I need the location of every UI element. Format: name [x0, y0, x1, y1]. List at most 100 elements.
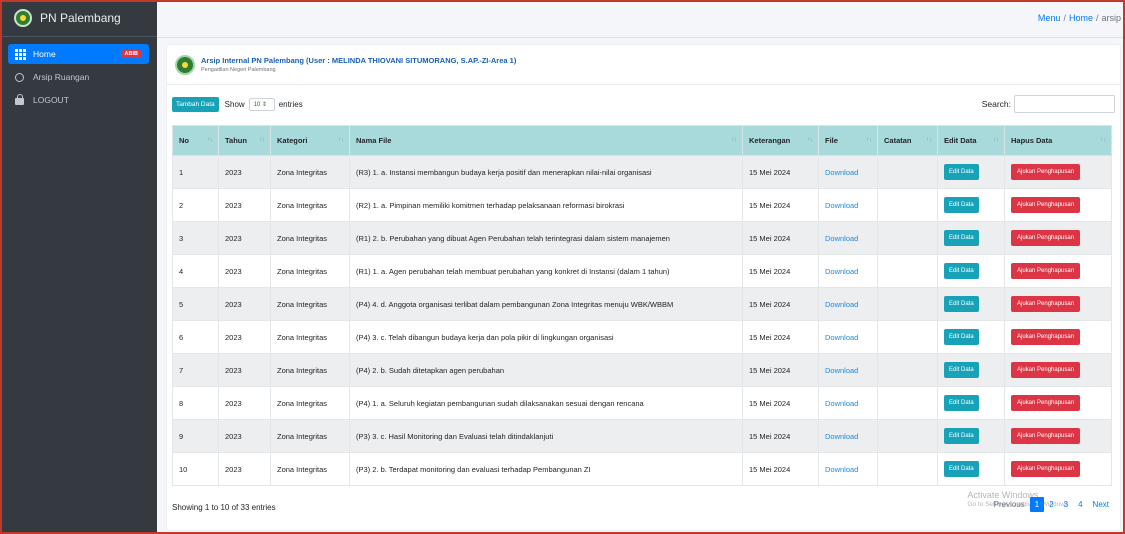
- column-header-tahun[interactable]: Tahun ↑↓: [218, 125, 271, 156]
- cell-edit: Edit Data: [937, 254, 1005, 288]
- request-delete-button[interactable]: Ajukan Penghapusan: [1011, 263, 1081, 279]
- cell-hapus: Ajukan Penghapusan: [1004, 221, 1112, 255]
- cell-hapus: Ajukan Penghapusan: [1004, 353, 1112, 387]
- cell-tahun: 2023: [218, 320, 271, 354]
- edit-data-button[interactable]: Edit Data: [944, 461, 979, 477]
- cell-kategori: Zona Integritas: [270, 353, 350, 387]
- cell-edit: Edit Data: [937, 155, 1005, 189]
- edit-data-button[interactable]: Edit Data: [944, 395, 979, 411]
- download-link[interactable]: Download: [825, 333, 858, 342]
- sort-icon: ↑↓: [807, 137, 813, 143]
- brand[interactable]: PN Palembang: [0, 0, 157, 37]
- pagination-page-4[interactable]: 4: [1073, 497, 1087, 512]
- column-header-no[interactable]: No ↑↓: [172, 125, 219, 156]
- sidebar-item-logout[interactable]: LOGOUT: [8, 90, 149, 110]
- sidebar-item-arsip-ruangan[interactable]: Arsip Ruangan: [8, 67, 149, 87]
- entries-select[interactable]: 10 ⇕: [248, 97, 275, 111]
- breadcrumb-menu[interactable]: Menu: [1038, 13, 1061, 23]
- cell-edit: Edit Data: [937, 452, 1005, 486]
- edit-data-button[interactable]: Edit Data: [944, 197, 979, 213]
- cell-nama-file: (R1) 2. b. Perubahan yang dibuat Agen Pe…: [349, 221, 743, 255]
- download-link[interactable]: Download: [825, 267, 858, 276]
- cell-tahun: 2023: [218, 155, 271, 189]
- cell-no: 3: [172, 221, 219, 255]
- add-data-button[interactable]: Tambah Data: [172, 96, 219, 112]
- cell-kategori: Zona Integritas: [270, 254, 350, 288]
- request-delete-button[interactable]: Ajukan Penghapusan: [1011, 362, 1081, 378]
- cell-keterangan: 15 Mei 2024: [742, 353, 819, 387]
- edit-data-button[interactable]: Edit Data: [944, 263, 979, 279]
- table-row: 10 2023 Zona Integritas (P3) 2. b. Terda…: [172, 452, 1112, 486]
- cell-edit: Edit Data: [937, 320, 1005, 354]
- pagination-previous[interactable]: Previous: [989, 497, 1030, 512]
- sort-icon: ↑↓: [259, 137, 265, 143]
- cell-file: Download: [818, 155, 878, 189]
- cell-file: Download: [818, 254, 878, 288]
- column-header-keterangan[interactable]: Keterangan ↑↓: [742, 125, 819, 156]
- edit-data-button[interactable]: Edit Data: [944, 362, 979, 378]
- cell-nama-file: (P4) 1. a. Seluruh kegiatan pembangunan …: [349, 386, 743, 420]
- sort-icon: ↑↓: [1100, 137, 1106, 143]
- download-link[interactable]: Download: [825, 399, 858, 408]
- column-header-nama-file[interactable]: Nama File ↑↓: [349, 125, 743, 156]
- cell-no: 4: [172, 254, 219, 288]
- column-header-file[interactable]: File ↑↓: [818, 125, 878, 156]
- request-delete-button[interactable]: Ajukan Penghapusan: [1011, 230, 1081, 246]
- column-header-hapus-data[interactable]: Hapus Data ↑↓: [1004, 125, 1112, 156]
- pagination-page-1[interactable]: 1: [1029, 497, 1045, 512]
- edit-data-button[interactable]: Edit Data: [944, 230, 979, 246]
- table-info: Showing 1 to 10 of 33 entries: [172, 503, 276, 512]
- cell-catatan: [877, 287, 938, 321]
- cell-hapus: Ajukan Penghapusan: [1004, 188, 1112, 222]
- request-delete-button[interactable]: Ajukan Penghapusan: [1011, 329, 1081, 345]
- edit-data-button[interactable]: Edit Data: [944, 329, 979, 345]
- search-input[interactable]: [1014, 95, 1115, 113]
- cell-file: Download: [818, 188, 878, 222]
- cell-kategori: Zona Integritas: [270, 320, 350, 354]
- edit-data-button[interactable]: Edit Data: [944, 296, 979, 312]
- cell-no: 5: [172, 287, 219, 321]
- sort-icon: ↑↓: [866, 137, 872, 143]
- cell-keterangan: 15 Mei 2024: [742, 386, 819, 420]
- cell-nama-file: (P3) 2. b. Terdapat monitoring dan evalu…: [349, 452, 743, 486]
- column-header-edit-data[interactable]: Edit Data ↑↓: [937, 125, 1005, 156]
- cell-keterangan: 15 Mei 2024: [742, 221, 819, 255]
- edit-data-button[interactable]: Edit Data: [944, 428, 979, 444]
- cell-tahun: 2023: [218, 353, 271, 387]
- cell-edit: Edit Data: [937, 287, 1005, 321]
- breadcrumb-home[interactable]: Home: [1069, 13, 1093, 23]
- pagination-next[interactable]: Next: [1088, 497, 1114, 512]
- sort-icon: ↑↓: [926, 137, 932, 143]
- table-row: 9 2023 Zona Integritas (P3) 3. c. Hasil …: [172, 419, 1112, 453]
- edit-data-button[interactable]: Edit Data: [944, 164, 979, 180]
- pagination-page-2[interactable]: 2: [1044, 497, 1058, 512]
- column-header-kategori[interactable]: Kategori ↑↓: [270, 125, 350, 156]
- cell-edit: Edit Data: [937, 419, 1005, 453]
- request-delete-button[interactable]: Ajukan Penghapusan: [1011, 461, 1081, 477]
- download-link[interactable]: Download: [825, 234, 858, 243]
- request-delete-button[interactable]: Ajukan Penghapusan: [1011, 164, 1081, 180]
- pagination-page-3[interactable]: 3: [1059, 497, 1073, 512]
- cell-nama-file: (P4) 4. d. Anggota organisasi terlibat d…: [349, 287, 743, 321]
- download-link[interactable]: Download: [825, 168, 858, 177]
- cell-kategori: Zona Integritas: [270, 287, 350, 321]
- download-link[interactable]: Download: [825, 366, 858, 375]
- request-delete-button[interactable]: Ajukan Penghapusan: [1011, 428, 1081, 444]
- column-header-catatan[interactable]: Catatan ↑↓: [877, 125, 938, 156]
- download-link[interactable]: Download: [825, 432, 858, 441]
- download-link[interactable]: Download: [825, 201, 858, 210]
- cell-nama-file: (R1) 1. a. Agen perubahan telah membuat …: [349, 254, 743, 288]
- sidebar-item-home[interactable]: Home ABIB: [8, 44, 149, 64]
- cell-no: 7: [172, 353, 219, 387]
- cell-edit: Edit Data: [937, 221, 1005, 255]
- request-delete-button[interactable]: Ajukan Penghapusan: [1011, 296, 1081, 312]
- cell-edit: Edit Data: [937, 188, 1005, 222]
- request-delete-button[interactable]: Ajukan Penghapusan: [1011, 395, 1081, 411]
- entries-value: 10: [253, 101, 261, 108]
- court-logo-icon: [175, 54, 195, 75]
- cell-keterangan: 15 Mei 2024: [742, 254, 819, 288]
- download-link[interactable]: Download: [825, 465, 858, 474]
- request-delete-button[interactable]: Ajukan Penghapusan: [1011, 197, 1081, 213]
- cell-no: 6: [172, 320, 219, 354]
- download-link[interactable]: Download: [825, 300, 858, 309]
